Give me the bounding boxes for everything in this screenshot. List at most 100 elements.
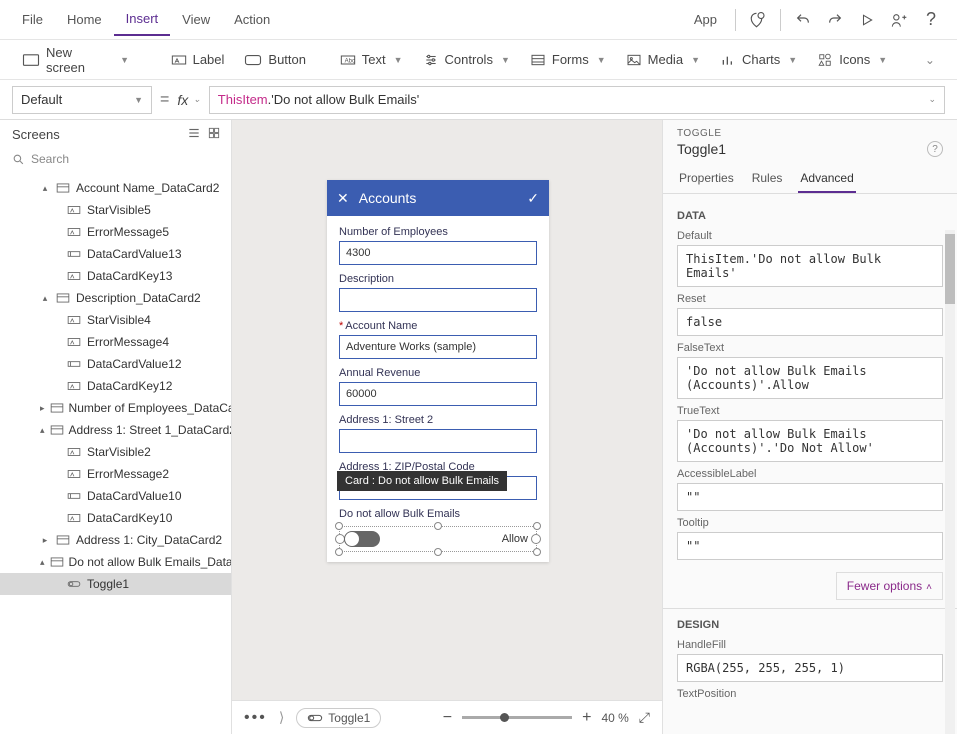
annual-revenue-input[interactable]: [339, 382, 537, 406]
tool-text[interactable]: Abc Text ▼: [332, 48, 411, 71]
share-icon[interactable]: [883, 4, 915, 36]
tool-forms[interactable]: Forms ▼: [522, 48, 614, 71]
toggle-control[interactable]: Allow: [339, 526, 537, 552]
undo-icon[interactable]: [787, 4, 819, 36]
menu-action[interactable]: Action: [222, 4, 282, 35]
fx-label[interactable]: fx⌄: [177, 92, 200, 108]
toggle-text: Allow: [502, 533, 528, 545]
tree-item-datacardvalue10[interactable]: DataCardValue10: [0, 485, 231, 507]
chevron-down-icon: ▼: [878, 55, 887, 65]
tool-media[interactable]: Media ▼: [618, 48, 708, 71]
num-employees-input[interactable]: [339, 241, 537, 265]
tree-item-bulkemails-card[interactable]: ▴Do not allow Bulk Emails_DataCard: [0, 551, 231, 573]
chevron-down-icon: ▼: [501, 55, 510, 65]
tool-controls[interactable]: Controls ▼: [415, 48, 518, 71]
menu-home[interactable]: Home: [55, 4, 114, 35]
formula-input[interactable]: ThisItem.'Do not allow Bulk Emails' ⌄: [209, 86, 945, 114]
tab-properties[interactable]: Properties: [677, 167, 736, 193]
chevron-down-icon: ▼: [597, 55, 606, 65]
toolbar-overflow[interactable]: ⌄: [915, 49, 943, 71]
label-icon: [66, 445, 82, 459]
more-icon[interactable]: •••: [244, 709, 267, 727]
zoom-slider[interactable]: [462, 716, 572, 719]
redo-icon[interactable]: [819, 4, 851, 36]
tab-advanced[interactable]: Advanced: [798, 167, 855, 193]
tree-item-errormessage2[interactable]: ErrorMessage2: [0, 463, 231, 485]
tree-item-numemployees-card[interactable]: ▸Number of Employees_DataCard2: [0, 397, 231, 419]
checker-icon[interactable]: [742, 4, 774, 36]
tool-label-text: Label: [193, 52, 225, 67]
menu-file[interactable]: File: [10, 4, 55, 35]
tree-item-datacardkey12[interactable]: DataCardKey12: [0, 375, 231, 397]
expand-icon[interactable]: ⤢: [639, 709, 650, 726]
menu-view[interactable]: View: [170, 4, 222, 35]
formula-rest: .'Do not allow Bulk Emails': [268, 92, 420, 107]
play-icon[interactable]: [851, 4, 883, 36]
label-icon: [66, 511, 82, 525]
list-view-icon[interactable]: [187, 126, 201, 143]
prop-label: TrueText: [677, 405, 943, 417]
street2-input[interactable]: [339, 429, 537, 453]
prop-default-input[interactable]: ThisItem.'Do not allow Bulk Emails': [677, 245, 943, 287]
prop-tooltip-input[interactable]: "": [677, 532, 943, 560]
tree-item-starvisible2[interactable]: StarVisible2: [0, 441, 231, 463]
tree-item-datacardvalue12[interactable]: DataCardValue12: [0, 353, 231, 375]
tool-charts[interactable]: Charts ▼: [712, 48, 805, 71]
zoom-out-icon[interactable]: −: [443, 709, 452, 727]
tree-item-errormessage4[interactable]: ErrorMessage4: [0, 331, 231, 353]
tool-icons[interactable]: Icons ▼: [809, 48, 895, 71]
scrollbar-thumb[interactable]: [945, 234, 955, 304]
prop-reset-input[interactable]: false: [677, 308, 943, 336]
prop-truetext-input[interactable]: 'Do not allow Bulk Emails (Accounts)'.'D…: [677, 420, 943, 462]
tree-item-toggle1[interactable]: Toggle1: [0, 573, 231, 595]
chevron-down-icon: ⌄: [193, 94, 201, 105]
zoom-in-icon[interactable]: +: [582, 709, 591, 727]
account-name-input[interactable]: [339, 335, 537, 359]
tree-item-starvisible5[interactable]: StarVisible5: [0, 199, 231, 221]
grid-view-icon[interactable]: [207, 126, 221, 143]
tree-item-datacardkey13[interactable]: DataCardKey13: [0, 265, 231, 287]
prop-handlefill-input[interactable]: RGBA(255, 255, 255, 1): [677, 654, 943, 682]
tree-item-datacardvalue13[interactable]: DataCardValue13: [0, 243, 231, 265]
tree-item-street1-card[interactable]: ▴Address 1: Street 1_DataCard2: [0, 419, 231, 441]
tool-button[interactable]: Button: [236, 48, 314, 71]
zoom-value: 40 %: [601, 711, 628, 725]
prop-falsetext-input[interactable]: 'Do not allow Bulk Emails (Accounts)'.Al…: [677, 357, 943, 399]
prop-accessiblelabel-input[interactable]: "": [677, 483, 943, 511]
tool-new-screen[interactable]: New screen ▼: [14, 41, 137, 79]
tree-item-city-card[interactable]: ▸Address 1: City_DataCard2: [0, 529, 231, 551]
prop-label: Default: [677, 230, 943, 242]
tree-item-description-card[interactable]: ▴Description_DataCard2: [0, 287, 231, 309]
description-input[interactable]: [339, 288, 537, 312]
menu-insert[interactable]: Insert: [114, 3, 171, 36]
canvas-statusbar: ••• ⟩ Toggle1 − + 40 % ⤢: [232, 700, 662, 734]
tab-rules[interactable]: Rules: [750, 167, 785, 193]
field-label: Do not allow Bulk Emails: [339, 508, 537, 520]
prop-label: Reset: [677, 293, 943, 305]
tool-label[interactable]: Label: [163, 48, 233, 71]
check-icon[interactable]: ✓: [527, 190, 539, 207]
property-selector[interactable]: Default ▼: [12, 86, 152, 114]
prop-label: Tooltip: [677, 517, 943, 529]
tree-item-errormessage5[interactable]: ErrorMessage5: [0, 221, 231, 243]
field-label: Address 1: Street 2: [339, 414, 537, 426]
close-icon[interactable]: ✕: [337, 190, 349, 207]
help-icon[interactable]: ?: [927, 141, 943, 157]
formula-bar: Default ▼ = fx⌄ ThisItem.'Do not allow B…: [0, 80, 957, 120]
label-icon: [66, 203, 82, 217]
breadcrumb[interactable]: Toggle1: [296, 708, 381, 728]
tree-item-account-name-card[interactable]: ▴Account Name_DataCard2: [0, 177, 231, 199]
label-icon: [66, 313, 82, 327]
toggle-switch[interactable]: [344, 531, 380, 547]
tree-item-starvisible4[interactable]: StarVisible4: [0, 309, 231, 331]
tool-new-screen-label: New screen: [46, 45, 112, 75]
tree-item-datacardkey10[interactable]: DataCardKey10: [0, 507, 231, 529]
breadcrumb-label: Toggle1: [328, 711, 370, 725]
label-icon: [66, 269, 82, 283]
help-icon[interactable]: ?: [915, 4, 947, 36]
search-input[interactable]: Search: [8, 149, 223, 169]
fewer-options-button[interactable]: Fewer options˄: [836, 572, 943, 600]
properties-panel: TOGGLE Toggle1 ? Properties Rules Advanc…: [662, 120, 957, 734]
menu-app[interactable]: App: [682, 4, 729, 35]
scrollbar[interactable]: [945, 230, 955, 734]
